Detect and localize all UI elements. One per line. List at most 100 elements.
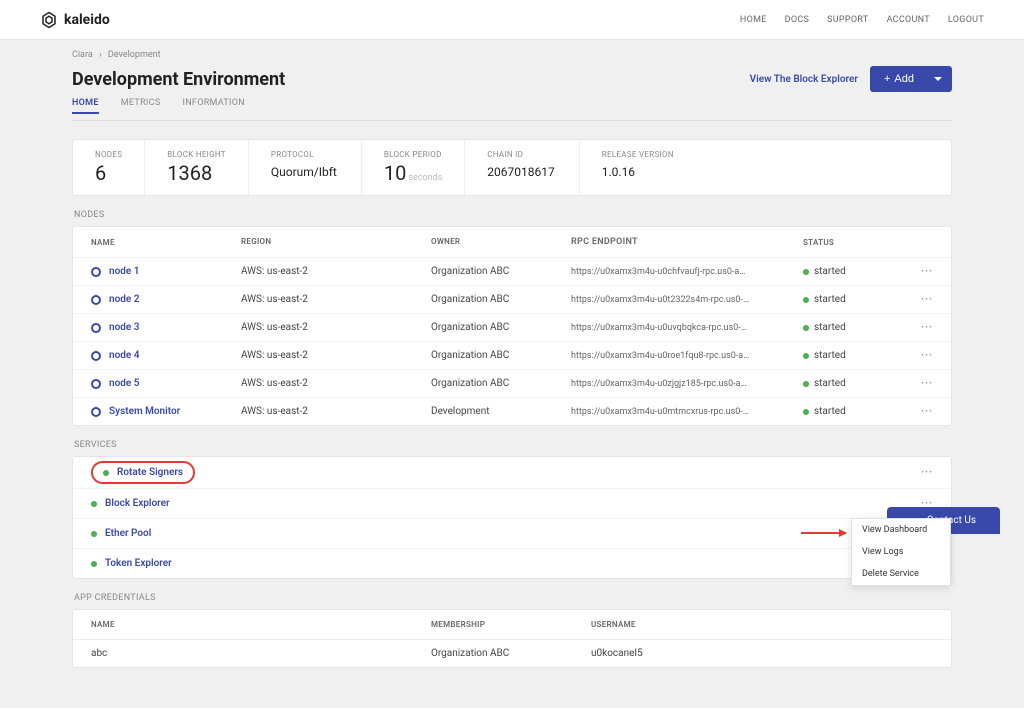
node-rpc: https://u0xamx3m4u-u0t2322s4m-rpc.us0-aw…	[571, 295, 751, 305]
tab-metrics[interactable]: METRICS	[121, 98, 161, 114]
node-owner: Organization ABC	[431, 322, 571, 333]
brand-logo[interactable]: kaleido	[40, 11, 110, 29]
node-status: started	[803, 406, 903, 417]
nodes-table: NAME REGION OWNER RPC ENDPOINT STATUS no…	[72, 226, 952, 426]
stat-value: Quorum/Ibft	[271, 161, 339, 179]
cred-col-name: NAME	[91, 620, 431, 629]
menu-item[interactable]: View Dashboard	[852, 519, 950, 541]
node-owner: Development	[431, 406, 571, 417]
node-region: AWS: us-east-2	[241, 406, 431, 417]
node-link[interactable]: node 4	[109, 350, 139, 361]
stat-item: RELEASE VERSION 1.0.16	[580, 140, 696, 195]
view-block-explorer-link[interactable]: View The Block Explorer	[750, 74, 858, 85]
node-status: started	[803, 266, 903, 277]
services-section-label: SERVICES	[72, 440, 952, 450]
service-row: Token Explorer···	[73, 549, 951, 578]
col-region: REGION	[241, 237, 431, 247]
menu-item[interactable]: View Logs	[852, 541, 950, 563]
row-actions-icon[interactable]: ···	[903, 322, 933, 333]
topnav-logout[interactable]: LOGOUT	[948, 15, 984, 25]
add-button[interactable]: + Add	[870, 66, 952, 92]
status-dot-icon	[803, 325, 809, 331]
context-menu: View DashboardView LogsDelete Service	[851, 518, 951, 586]
node-owner: Organization ABC	[431, 350, 571, 361]
node-region: AWS: us-east-2	[241, 350, 431, 361]
row-actions-icon[interactable]: ···	[903, 378, 933, 389]
services-table: Rotate Signers ··· Block Explorer ··· View D…	[72, 456, 952, 579]
node-owner: Organization ABC	[431, 294, 571, 305]
stat-value: 6	[95, 161, 122, 185]
service-link[interactable]: Block Explorer	[105, 498, 170, 509]
breadcrumb-root[interactable]: Ciara	[72, 50, 93, 60]
service-link[interactable]: Rotate Signers	[117, 467, 183, 478]
node-owner: Organization ABC	[431, 378, 571, 389]
status-dot-icon	[803, 381, 809, 387]
breadcrumb: Ciara › Development	[72, 40, 952, 66]
node-link[interactable]: node 3	[109, 322, 139, 333]
node-link[interactable]: node 5	[109, 378, 139, 389]
table-row: node 2 AWS: us-east-2 Organization ABC h…	[73, 286, 951, 314]
node-rpc: https://u0xamx3m4u-u0uvqbqkca-rpc.us0-aw…	[571, 323, 751, 333]
row-actions-icon[interactable]: ···	[903, 294, 933, 305]
table-row: node 5 AWS: us-east-2 Organization ABC h…	[73, 370, 951, 398]
stat-item: NODES 6	[73, 140, 145, 195]
stat-label: RELEASE VERSION	[602, 150, 674, 159]
nodes-section-label: NODES	[72, 210, 952, 220]
stat-value: 1.0.16	[602, 161, 674, 179]
status-dot-icon	[803, 297, 809, 303]
topnav-home[interactable]: HOME	[740, 15, 767, 25]
table-row: node 3 AWS: us-east-2 Organization ABC h…	[73, 314, 951, 342]
stat-value: 10seconds	[384, 161, 442, 185]
stat-label: CHAIN ID	[487, 150, 556, 159]
page-tabs: HOME METRICS INFORMATION	[72, 98, 952, 121]
status-dot-icon	[803, 409, 809, 415]
menu-item[interactable]: Delete Service	[852, 563, 950, 585]
node-status-icon	[91, 407, 101, 417]
stat-item: CHAIN ID 2067018617	[465, 140, 579, 195]
node-region: AWS: us-east-2	[241, 294, 431, 305]
service-status-icon	[91, 501, 97, 507]
cred-col-membership: MEMBERSHIP	[431, 620, 591, 629]
stat-value: 2067018617	[487, 161, 556, 179]
node-link[interactable]: System Monitor	[109, 406, 180, 417]
node-region: AWS: us-east-2	[241, 322, 431, 333]
node-owner: Organization ABC	[431, 266, 571, 277]
topnav-support[interactable]: SUPPORT	[827, 15, 868, 25]
stat-item: PROTOCOL Quorum/Ibft	[249, 140, 362, 195]
service-row: Ether Pool···	[73, 519, 951, 549]
service-row: Rotate Signers ···	[73, 457, 951, 489]
node-link[interactable]: node 2	[109, 294, 139, 305]
row-actions-icon[interactable]: ···	[903, 350, 933, 361]
col-rpc: RPC ENDPOINT	[571, 237, 751, 247]
service-status-icon	[91, 561, 97, 567]
logo-icon	[40, 11, 58, 29]
col-owner: OWNER	[431, 237, 571, 247]
node-region: AWS: us-east-2	[241, 378, 431, 389]
tab-information[interactable]: INFORMATION	[182, 98, 245, 114]
credentials-table: NAME MEMBERSHIP USERNAME abc Organizatio…	[72, 609, 952, 668]
topnav-account[interactable]: ACCOUNT	[887, 15, 930, 25]
service-status-icon	[103, 470, 109, 476]
table-row: System Monitor AWS: us-east-2 Developmen…	[73, 398, 951, 425]
row-actions-icon[interactable]: ···	[903, 406, 933, 417]
node-link[interactable]: node 1	[109, 266, 139, 277]
node-rpc: https://u0xamx3m4u-u0zjgjz185-rpc.us0-aw…	[571, 379, 751, 389]
node-region: AWS: us-east-2	[241, 266, 431, 277]
col-name: NAME	[91, 237, 241, 247]
node-status-icon	[91, 295, 101, 305]
service-link[interactable]: Token Explorer	[105, 558, 172, 569]
cred-membership: Organization ABC	[431, 648, 591, 659]
node-status-icon	[91, 267, 101, 277]
stats-panel: NODES 6BLOCK HEIGHT 1368PROTOCOL Quorum/…	[72, 139, 952, 196]
node-status: started	[803, 322, 903, 333]
row-actions-icon[interactable]: ···	[903, 467, 933, 478]
row-actions-icon[interactable]: ···	[903, 266, 933, 277]
stat-item: BLOCK PERIOD 10seconds	[362, 140, 465, 195]
node-status-icon	[91, 351, 101, 361]
node-status: started	[803, 294, 903, 305]
node-status: started	[803, 350, 903, 361]
topnav-docs[interactable]: DOCS	[785, 15, 810, 25]
col-status: STATUS	[803, 237, 903, 247]
top-nav: HOME DOCS SUPPORT ACCOUNT LOGOUT	[740, 15, 984, 25]
tab-home[interactable]: HOME	[72, 98, 99, 114]
